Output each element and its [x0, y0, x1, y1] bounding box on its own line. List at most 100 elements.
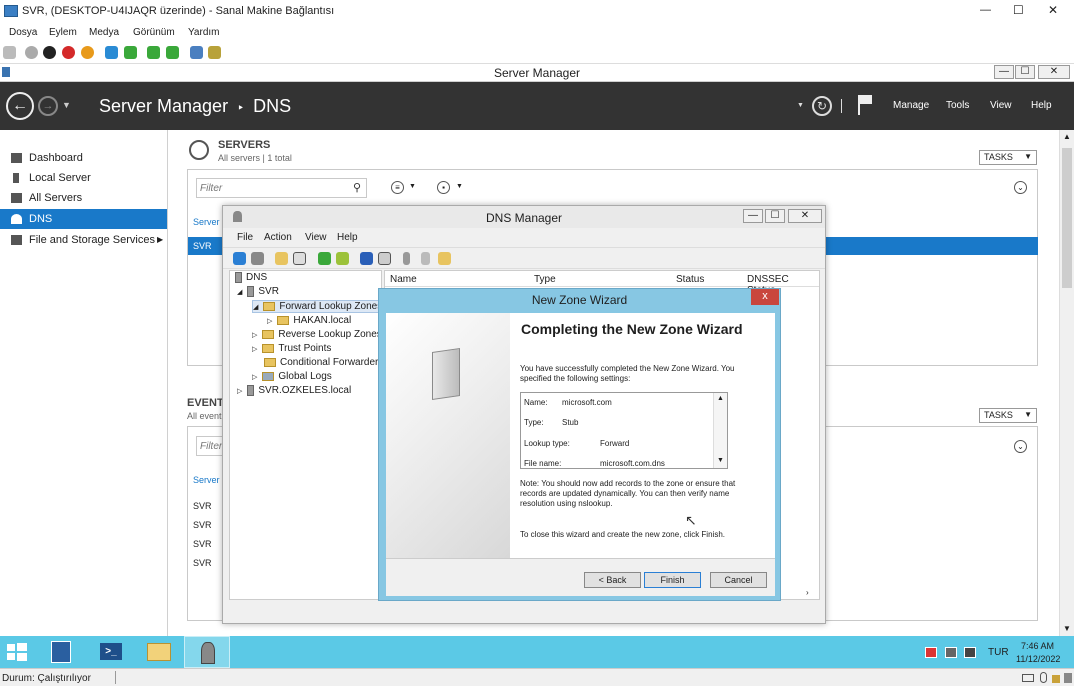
sm-minimize-button[interactable]: — — [994, 65, 1014, 79]
pause-icon[interactable] — [105, 46, 118, 59]
expand-icon[interactable]: ▷ — [237, 388, 242, 395]
shutdown-icon[interactable] — [62, 46, 75, 59]
cancel-button[interactable]: Cancel — [710, 572, 767, 588]
manage-menu[interactable]: Manage — [893, 100, 929, 111]
tree-node-trust-points[interactable]: ▷ Trust Points — [252, 343, 331, 354]
scrollbar-thumb[interactable] — [1062, 148, 1072, 288]
main-scrollbar[interactable]: ▲ ▼ — [1059, 130, 1074, 636]
events-tasks-button[interactable]: TASKS ▼ — [979, 408, 1037, 423]
back-arrow-icon[interactable]: ← — [6, 92, 34, 120]
enhanced-session-icon[interactable] — [190, 46, 203, 59]
properties-icon[interactable] — [378, 252, 391, 265]
vm-menu-yardim[interactable]: Yardım — [188, 27, 220, 38]
expand-icon[interactable]: ▷ — [267, 318, 272, 325]
back-icon[interactable] — [233, 252, 246, 265]
file-explorer-icon[interactable] — [136, 636, 182, 668]
dns-menu-view[interactable]: View — [305, 232, 327, 243]
save-query-chevron-icon[interactable]: ▼ — [456, 183, 463, 190]
refresh-dropdown-chevron-icon[interactable]: ▼ — [797, 102, 804, 109]
dns-manager-taskbar-icon[interactable] — [184, 636, 230, 668]
col-status[interactable]: Status — [676, 274, 704, 285]
list-options-icon[interactable]: ≡ — [391, 181, 404, 194]
expand-icon[interactable]: ▷ — [252, 346, 257, 353]
dns-menu-file[interactable]: File — [237, 232, 253, 243]
expand-icon[interactable]: ▷ — [252, 332, 257, 339]
save-query-icon[interactable]: ▪ — [437, 181, 450, 194]
revert-icon[interactable] — [166, 46, 179, 59]
nav-item-dns[interactable]: DNS — [0, 209, 167, 229]
tree-node-reverse-lookup-zones[interactable]: ▷ Reverse Lookup Zones — [252, 329, 382, 340]
history-chevron-down-icon[interactable]: ▼ — [62, 100, 71, 110]
collapse-icon[interactable]: ◢ — [253, 304, 258, 311]
share-icon[interactable] — [208, 46, 221, 59]
up-folder-icon[interactable] — [275, 252, 288, 265]
sm-restore-button[interactable]: ☐ — [1015, 65, 1035, 79]
vm-menu-medya[interactable]: Medya — [89, 27, 119, 38]
powershell-icon[interactable]: >_ — [88, 636, 134, 668]
list-options-chevron-icon[interactable]: ▼ — [409, 183, 416, 190]
zone-icon[interactable] — [438, 252, 451, 265]
servers-filter-input[interactable]: Filter ⚲ — [196, 178, 367, 198]
scroll-up-icon[interactable]: ▲ — [717, 395, 724, 402]
nav-item-dashboard[interactable]: Dashboard — [0, 148, 167, 168]
tree-node-conditional-forwarders[interactable]: Conditional Forwarders — [264, 357, 383, 368]
server-icon[interactable] — [403, 252, 410, 265]
help-icon[interactable] — [360, 252, 373, 265]
tree-node-dns[interactable]: DNS — [235, 272, 267, 283]
events-row[interactable]: SVR — [193, 520, 212, 530]
nav-item-all-servers[interactable]: All Servers — [0, 188, 167, 208]
save-state-icon[interactable] — [81, 46, 94, 59]
finish-button[interactable]: Finish — [644, 572, 701, 588]
settings-scrollbar[interactable]: ▲ ▼ — [713, 393, 727, 468]
vm-menu-eylem[interactable]: Eylem — [49, 27, 77, 38]
clock-date[interactable]: 11/12/2022 — [1016, 654, 1060, 664]
forward-arrow-icon[interactable]: → — [38, 96, 58, 116]
back-button[interactable]: < Back — [584, 572, 641, 588]
expand-chevron-right-icon[interactable]: ▶ — [157, 235, 163, 244]
forward-icon[interactable] — [251, 252, 264, 265]
refresh-icon[interactable] — [318, 252, 331, 265]
refresh-icon[interactable]: ↻ — [812, 96, 832, 116]
clock-time[interactable]: 7:46 AM — [1021, 641, 1054, 651]
events-row[interactable]: SVR — [193, 539, 212, 549]
nav-item-file-storage[interactable]: File and Storage Services ▶ — [0, 230, 167, 250]
tools-menu[interactable]: Tools — [946, 100, 969, 111]
scroll-down-icon[interactable]: ▼ — [717, 457, 724, 464]
hscroll-right-icon[interactable]: › — [806, 588, 809, 597]
network-icon[interactable] — [945, 647, 957, 658]
input-language[interactable]: TUR — [988, 647, 1009, 658]
checkpoint-icon[interactable] — [147, 46, 160, 59]
dns-menu-help[interactable]: Help — [337, 232, 358, 243]
servers-expand-chevron-icon[interactable]: ⌄ — [1014, 181, 1027, 194]
servers-tasks-button[interactable]: TASKS ▼ — [979, 150, 1037, 165]
dns-close-button[interactable]: ✕ — [788, 209, 822, 223]
wizard-close-button[interactable]: x — [751, 289, 779, 305]
scroll-down-icon[interactable]: ▼ — [1063, 624, 1071, 633]
vm-minimize-button[interactable]: — — [980, 4, 991, 16]
expand-icon[interactable]: ▷ — [252, 374, 257, 381]
tree-node-global-logs[interactable]: ▷ Global Logs — [252, 371, 332, 382]
dns-minimize-button[interactable]: — — [743, 209, 763, 223]
dns-restore-button[interactable]: ☐ — [765, 209, 785, 223]
tree-node-svr[interactable]: ◢ SVR — [237, 286, 279, 297]
events-col-server[interactable]: Server — [193, 475, 220, 485]
vm-maximize-button[interactable]: ☐ — [1013, 3, 1024, 17]
resume-icon[interactable] — [124, 46, 137, 59]
scroll-up-icon[interactable]: ▲ — [1063, 132, 1071, 141]
turn-off-icon[interactable] — [43, 46, 56, 59]
events-row[interactable]: SVR — [193, 558, 212, 568]
volume-icon[interactable] — [964, 647, 976, 658]
windows-start-icon[interactable] — [0, 636, 34, 668]
start-icon[interactable] — [25, 46, 38, 59]
tree-node-svr-ozkeles-local[interactable]: ▷ SVR.OZKELES.local — [237, 385, 351, 396]
vm-menu-dosya[interactable]: Dosya — [9, 27, 37, 38]
tree-node-hakan-local[interactable]: ▷ HAKAN.local — [267, 315, 351, 326]
vm-menu-gorunum[interactable]: Görünüm — [133, 27, 175, 38]
sm-close-button[interactable]: ✕ — [1038, 65, 1070, 79]
events-row[interactable]: SVR — [193, 501, 212, 511]
tree-node-forward-lookup-zones[interactable]: ◢ Forward Lookup Zones — [252, 300, 386, 313]
list-icon[interactable] — [421, 252, 430, 265]
dns-menu-action[interactable]: Action — [264, 232, 292, 243]
servers-col-server[interactable]: Server — [193, 217, 220, 227]
col-name[interactable]: Name — [390, 274, 417, 285]
